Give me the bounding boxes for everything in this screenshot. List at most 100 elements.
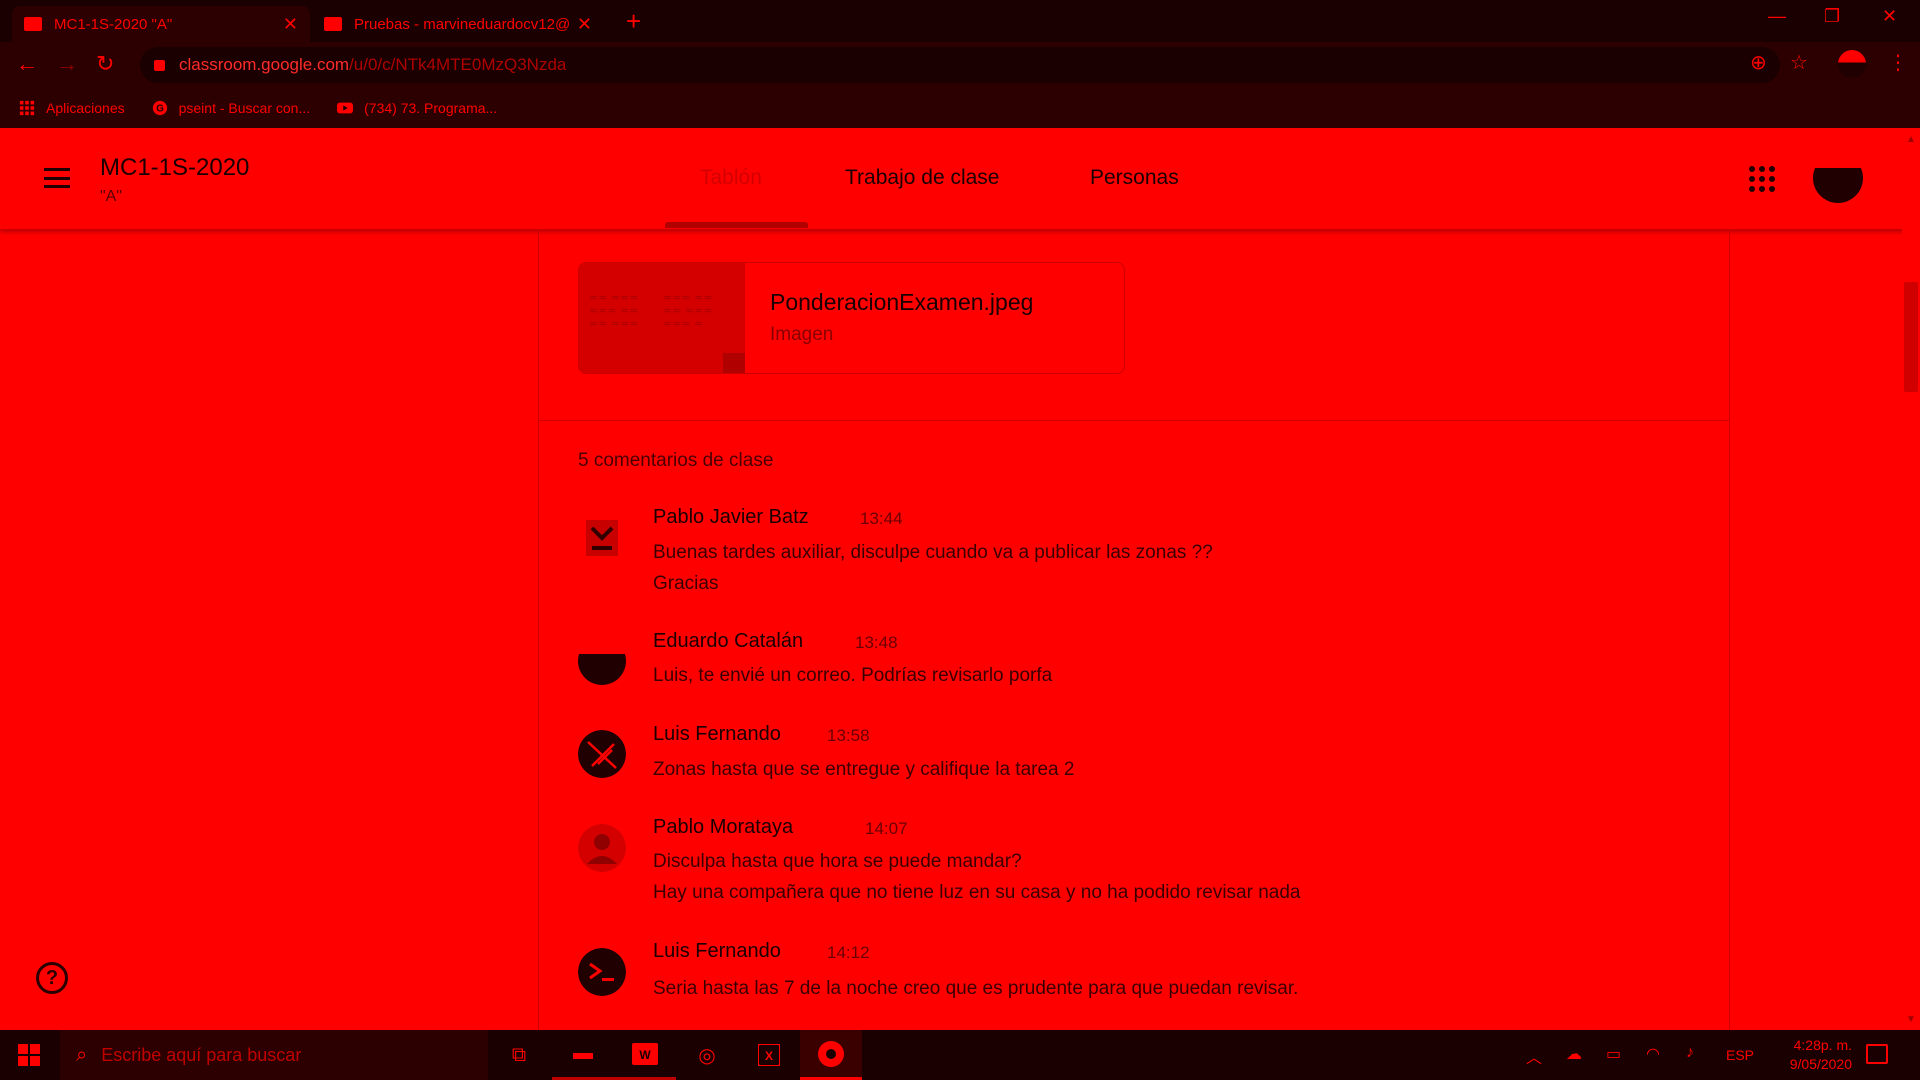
search-placeholder: Escribe aquí para buscar <box>101 1044 302 1065</box>
url-host: classroom.google.com <box>179 55 350 74</box>
divider <box>539 420 1729 421</box>
clock-time: 4:28p. m. <box>1793 1037 1852 1053</box>
page-scrollbar[interactable] <box>1902 128 1920 1030</box>
task-view-icon[interactable]: ⧉ <box>488 1030 550 1080</box>
avatar <box>586 520 618 556</box>
course-title[interactable]: MC1-1S-2020 <box>100 154 249 182</box>
tab-classroom[interactable]: MC1-1S-2020 "A" ✕ <box>12 6 310 42</box>
windows-start-icon[interactable] <box>18 1044 40 1066</box>
post-card: ≈≈ ≈≈≈ ≈≈≈ ≈≈ ≈≈ ≈≈≈ ≈≈≈ ≈≈ ≈≈ ≈≈≈ ≈≈≈ ≈ Pon… <box>538 230 1730 1030</box>
comment-author: Luis Fernando <box>653 940 781 962</box>
comment-text: Seria hasta las 7 de la noche creo que e… <box>653 978 1299 999</box>
attachment-card[interactable]: ≈≈ ≈≈≈ ≈≈≈ ≈≈ ≈≈ ≈≈≈ ≈≈≈ ≈≈ ≈≈ ≈≈≈ ≈≈≈ ≈ Pon… <box>578 262 1125 374</box>
bookmark-apps[interactable]: Aplicaciones <box>18 100 125 116</box>
file-explorer-icon[interactable]: ▬ <box>552 1030 614 1080</box>
classroom-icon <box>24 17 42 31</box>
comment-author: Pablo Morataya <box>653 816 794 838</box>
avatar <box>578 730 626 778</box>
chrome-profile-avatar[interactable] <box>1838 50 1866 78</box>
account-avatar[interactable] <box>1813 153 1863 203</box>
comment-text: Hay una compañera que no tiene luz en su… <box>653 882 1301 903</box>
google-apps-icon[interactable] <box>1749 166 1775 192</box>
search-icon: ⌕ <box>76 1043 88 1066</box>
active-tab-indicator <box>665 222 808 228</box>
onedrive-icon[interactable]: ☁ <box>1566 1044 1582 1064</box>
help-icon[interactable]: ? <box>36 962 68 994</box>
bookmarks-bar: Aplicaciones G pseint - Buscar con... (7… <box>0 88 1920 128</box>
wifi-icon[interactable]: ◠ <box>1646 1044 1660 1064</box>
word-icon[interactable]: W <box>614 1030 676 1080</box>
comments-count[interactable]: 5 comentarios de clase <box>578 450 773 472</box>
scroll-down-icon[interactable]: ▼ <box>1906 1014 1916 1025</box>
close-tab-icon[interactable]: ✕ <box>577 14 592 35</box>
bookmark-label: pseint - Buscar con... <box>178 100 311 116</box>
tab-gmail[interactable]: Pruebas - marvineduardocv12@ ✕ <box>312 6 604 42</box>
menu-kebab-icon[interactable]: ⋮ <box>1888 50 1908 75</box>
comment-time: 13:58 <box>827 726 870 745</box>
tab-people[interactable]: Personas <box>1090 166 1179 190</box>
excel-icon[interactable]: X <box>738 1030 800 1080</box>
tray-chevron-up-icon[interactable]: ︿ <box>1526 1044 1542 1068</box>
tab-stream[interactable]: Tablón <box>700 166 762 190</box>
comment-text: Disculpa hasta que hora se puede mandar? <box>653 851 1022 872</box>
taskbar-clock[interactable]: 4:28p. m. 9/05/2020 <box>1752 1036 1852 1074</box>
comment-time: 14:07 <box>865 819 908 838</box>
whatsapp-icon[interactable]: ◎ <box>676 1030 738 1080</box>
windows-taskbar: ⌕ Escribe aquí para buscar ⧉ ▬ W ◎ X ︿ ☁… <box>0 1030 1920 1080</box>
apps-grid-icon <box>19 100 35 116</box>
comment-time: 14:12 <box>827 943 870 962</box>
avatar <box>578 948 626 996</box>
bookmark-star-icon[interactable]: ☆ <box>1790 50 1808 75</box>
attachment-name: PonderacionExamen.jpeg <box>770 289 1034 315</box>
course-section: "A" <box>100 188 123 205</box>
comment-time: 13:48 <box>855 633 898 652</box>
chrome-icon[interactable] <box>800 1030 862 1080</box>
bookmark-label: Aplicaciones <box>46 100 125 116</box>
tab-title: MC1-1S-2020 "A" <box>54 15 173 33</box>
classroom-header: MC1-1S-2020 "A" Tablón Trabajo de clase … <box>0 128 1920 230</box>
zoom-icon[interactable]: ⊕ <box>1750 50 1767 75</box>
notifications-icon[interactable] <box>1866 1044 1888 1064</box>
close-tab-icon[interactable]: ✕ <box>283 14 298 35</box>
comment-text: Zonas hasta que se entregue y califique … <box>653 759 1075 780</box>
svg-text:X: X <box>765 1049 773 1063</box>
browser-toolbar: ← → ↻ classroom.google.com/u/0/c/NTk4MTE… <box>0 42 1920 88</box>
close-window-icon[interactable]: ✕ <box>1882 6 1897 27</box>
battery-icon[interactable]: ▭ <box>1606 1044 1621 1064</box>
svg-text:W: W <box>639 1048 651 1062</box>
new-tab-icon[interactable]: + <box>626 8 641 34</box>
comment-author: Eduardo Catalán <box>653 630 804 652</box>
attachment-type: Imagen <box>770 324 834 345</box>
minimize-icon[interactable]: — <box>1768 6 1786 27</box>
comment-time: 13:44 <box>860 509 903 528</box>
comment-author: Luis Fernando <box>653 723 781 745</box>
avatar <box>578 824 626 872</box>
scrollbar-thumb[interactable] <box>1904 282 1918 392</box>
svg-text:G: G <box>156 104 164 115</box>
attachment-thumbnail: ≈≈ ≈≈≈ ≈≈≈ ≈≈ ≈≈ ≈≈≈ ≈≈≈ ≈≈ ≈≈ ≈≈≈ ≈≈≈ ≈ <box>579 263 745 373</box>
bookmark-pseint[interactable]: G pseint - Buscar con... <box>151 100 311 116</box>
scroll-up-icon[interactable]: ▲ <box>1906 134 1916 145</box>
address-bar[interactable]: classroom.google.com/u/0/c/NTk4MTE0MzQ3N… <box>140 47 1780 83</box>
tab-classwork[interactable]: Trabajo de clase <box>845 166 999 190</box>
google-icon: G <box>152 100 167 116</box>
reload-icon[interactable]: ↻ <box>96 52 114 76</box>
taskbar-search[interactable]: ⌕ Escribe aquí para buscar <box>60 1030 488 1080</box>
input-language[interactable]: ESP <box>1726 1047 1754 1063</box>
url-path: /u/0/c/NTk4MTE0MzQ3Nzda <box>349 55 567 74</box>
comment-author: Pablo Javier Batz <box>653 506 809 528</box>
forward-icon[interactable]: → <box>56 52 78 76</box>
tab-title: Pruebas - marvineduardocv12@ <box>354 15 569 33</box>
main-menu-icon[interactable] <box>44 168 70 188</box>
bookmark-youtube[interactable]: (734) 73. Programa... <box>336 100 497 116</box>
youtube-icon <box>337 102 354 114</box>
lock-icon <box>154 59 165 71</box>
comment-text: Luis, te envié un correo. Podrías revisa… <box>653 665 1053 686</box>
comment-text: Gracias <box>653 573 719 594</box>
gmail-icon <box>324 17 342 31</box>
volume-icon[interactable]: ♪ <box>1686 1044 1694 1062</box>
avatar <box>578 637 626 685</box>
back-icon[interactable]: ← <box>16 52 38 76</box>
comment-text: Buenas tardes auxiliar, disculpe cuando … <box>653 542 1213 563</box>
restore-icon[interactable]: ❐ <box>1824 6 1840 27</box>
